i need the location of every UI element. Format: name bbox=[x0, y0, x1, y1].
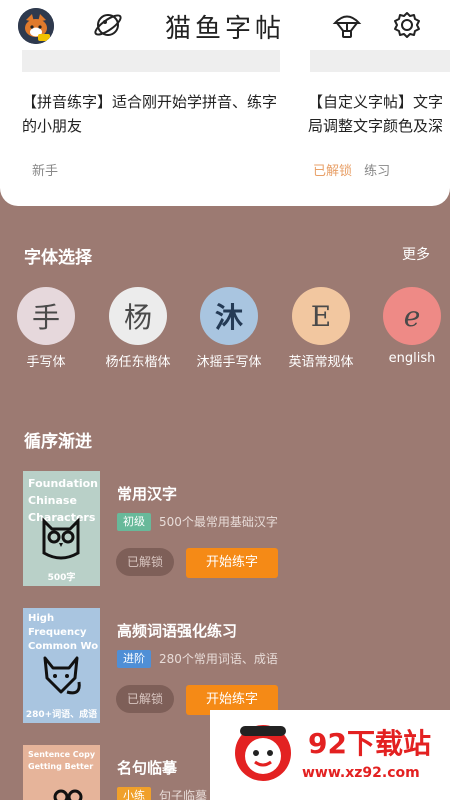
font-label: 杨任东楷体 bbox=[105, 355, 171, 370]
owl-icon bbox=[42, 517, 80, 560]
promo-image[interactable] bbox=[310, 50, 450, 72]
font-label: 英语常规体 bbox=[288, 355, 354, 370]
unlocked-badge: 已解锁 bbox=[116, 685, 174, 713]
font-preview: e bbox=[383, 287, 441, 345]
course-title: 名句临摹 bbox=[117, 759, 178, 777]
font-section-title: 字体选择 bbox=[24, 248, 92, 268]
font-preview: 手 bbox=[17, 287, 75, 345]
more-link[interactable]: 更多 bbox=[402, 244, 430, 264]
top-bar: 猫鱼字帖 bbox=[0, 0, 450, 50]
course-description: 500个最常用基础汉字 bbox=[159, 515, 278, 529]
cover-footer: 500字 bbox=[47, 573, 76, 583]
owl-eyes-icon bbox=[53, 789, 83, 800]
cover-title: High Frequency Common Wo bbox=[28, 613, 99, 652]
font-label: 沐摇手写体 bbox=[196, 355, 262, 370]
font-label: english bbox=[388, 351, 436, 366]
course-cover[interactable]: High Frequency Common Wo 280+词语、成语 bbox=[23, 608, 100, 723]
level-badge: 进阶 bbox=[117, 650, 151, 668]
font-preview: E bbox=[292, 287, 350, 345]
course-section-title: 循序渐进 bbox=[24, 432, 92, 452]
planet-icon[interactable] bbox=[93, 10, 123, 40]
course-description: 句子临摹 bbox=[159, 789, 208, 800]
font-item[interactable]: 手 手写体 bbox=[6, 287, 86, 370]
font-item[interactable]: e english bbox=[372, 287, 450, 366]
level-badge: 初级 bbox=[117, 513, 151, 531]
app-title: 猫鱼字帖 bbox=[164, 14, 285, 44]
font-preview: 沐 bbox=[200, 287, 258, 345]
course-description: 280个常用词语、成语 bbox=[159, 652, 278, 666]
promo-footer: 已解锁 练习 bbox=[313, 160, 390, 179]
start-practice-button[interactable]: 开始练字 bbox=[186, 548, 278, 578]
unlock-status: 已解锁 bbox=[313, 164, 353, 179]
font-item[interactable]: 沐 沐摇手写体 bbox=[189, 287, 269, 370]
course-title: 常用汉字 bbox=[117, 485, 178, 503]
fox-icon bbox=[43, 656, 81, 695]
promo-card-area: 【拼音练字】适合刚开始学拼音、练字的小朋友 新手 【自定义字帖】文字局调整文字颜… bbox=[0, 50, 450, 206]
watermark-title: 92下载站 bbox=[308, 727, 431, 760]
parachute-icon[interactable] bbox=[332, 10, 362, 40]
promo-tag: 练习 bbox=[364, 164, 391, 179]
watermark: 92下载站 www.xz92.com bbox=[210, 710, 450, 800]
course-cover[interactable]: Foundation Chinase Characters 500字 bbox=[23, 471, 100, 586]
promo-tag: 新手 bbox=[32, 164, 59, 179]
promo-image[interactable] bbox=[22, 50, 280, 72]
cover-footer: 280+词语、成语 bbox=[25, 710, 98, 720]
gear-icon[interactable] bbox=[392, 10, 422, 40]
promo-footer: 新手 bbox=[32, 160, 58, 179]
font-item[interactable]: 杨 杨任东楷体 bbox=[98, 287, 178, 370]
course-title: 高频词语强化练习 bbox=[117, 622, 238, 640]
promo-description[interactable]: 【自定义字帖】文字局调整文字颜色及深 bbox=[308, 90, 450, 138]
course-cover[interactable]: Sentence Copy Getting Better bbox=[23, 745, 100, 800]
avatar[interactable] bbox=[18, 8, 54, 44]
promo-description[interactable]: 【拼音练字】适合刚开始学拼音、练字的小朋友 bbox=[22, 90, 284, 138]
fox-avatar-icon bbox=[18, 8, 54, 44]
level-badge: 小练 bbox=[117, 787, 151, 800]
font-preview: 杨 bbox=[109, 287, 167, 345]
course-item: Foundation Chinase Characters 500字 常用汉字 … bbox=[0, 471, 450, 591]
mascot-logo-icon bbox=[235, 725, 291, 781]
cover-title: Sentence Copy Getting Better bbox=[28, 750, 96, 771]
font-label: 手写体 bbox=[26, 355, 66, 370]
unlocked-badge: 已解锁 bbox=[116, 548, 174, 576]
font-item[interactable]: E 英语常规体 bbox=[281, 287, 361, 370]
watermark-url: www.xz92.com bbox=[302, 765, 420, 781]
